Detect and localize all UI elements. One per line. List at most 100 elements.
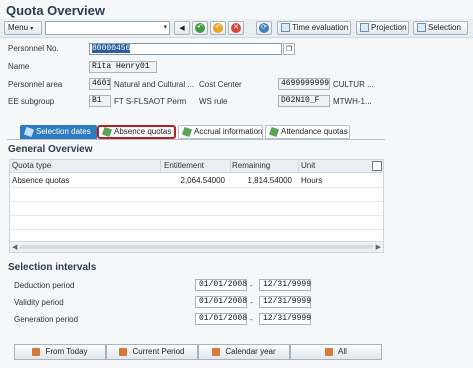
exit-button[interactable]: ↶: [192, 21, 208, 35]
tab-attendance-quotas[interactable]: Attendance quotas: [265, 125, 350, 139]
calendar-icon: [32, 347, 41, 356]
generation-period-from[interactable]: 01/01/2008: [195, 313, 247, 325]
pencil-icon: [181, 126, 193, 138]
validity-period-to[interactable]: 12/31/9999: [259, 296, 311, 308]
calendar-icon: [119, 347, 128, 356]
back-button[interactable]: ◀: [174, 21, 190, 35]
projection-label: Projection: [371, 23, 407, 32]
refresh-icon: ⟳: [259, 22, 269, 33]
cell-remaining: 1,814.54000: [247, 176, 293, 185]
cost-center-text: CULTUR ...: [333, 80, 374, 89]
calendar-icon: [325, 347, 334, 356]
table-row-empty: [10, 201, 383, 216]
validity-period-separator: -: [250, 298, 253, 307]
current-period-label: Current Period: [132, 347, 185, 356]
cancel-button[interactable]: ↶: [210, 21, 226, 35]
ee-subgroup-label: EE subgroup: [8, 97, 55, 106]
time-evaluation-label: Time evaluation: [292, 23, 349, 32]
name-value: Rita Henry01: [89, 61, 157, 73]
close-icon: ✕: [231, 22, 241, 33]
refresh-button[interactable]: ⟳: [256, 21, 272, 35]
menu-label: Menu: [8, 23, 29, 32]
ws-rule-text: MTWH-1...: [333, 97, 372, 106]
personnel-area-label: Personnel area: [8, 80, 63, 89]
exit-icon: ↶: [195, 22, 205, 33]
personnel-no-value: 80000456: [92, 44, 131, 53]
tab-accrual-information[interactable]: Accrual information: [178, 125, 263, 139]
back-icon: ◀: [179, 25, 185, 32]
current-period-button[interactable]: Current Period: [106, 344, 198, 360]
selection-button[interactable]: Selection: [413, 21, 468, 35]
personnel-no-label: Personnel No.: [8, 44, 59, 53]
personnel-area-text: Natural and Cultural ...: [114, 80, 195, 89]
column-header-quota-type[interactable]: Quota type: [12, 161, 51, 170]
chevron-down-icon: ▾: [163, 24, 167, 31]
table-row[interactable]: Absence quotas 2,064.54000 1,814.54000 H…: [10, 173, 383, 188]
deduction-period-from[interactable]: 01/01/2008: [195, 279, 247, 291]
command-field[interactable]: ▾: [45, 21, 170, 35]
column-header-unit[interactable]: Unit: [301, 161, 315, 170]
toolbar: Menu ▾ ▾ ◀ ↶ ↶ ✕ ⟳ Time evaluation Proje…: [0, 19, 473, 38]
tab-label: Absence quotas: [114, 127, 172, 136]
time-evaluation-icon: [281, 23, 290, 33]
from-today-label: From Today: [45, 347, 88, 356]
projection-button[interactable]: Projection: [356, 21, 409, 35]
chevron-down-icon: ▾: [30, 26, 34, 32]
tab-divider: [7, 139, 385, 140]
projection-icon: [360, 23, 369, 33]
quota-table: Quota type Entitlement Remaining Unit Ab…: [9, 159, 384, 253]
calendar-icon: [23, 126, 35, 138]
generation-period-separator: -: [250, 315, 253, 324]
search-help-button[interactable]: ❐: [283, 43, 295, 55]
page-title: Quota Overview: [6, 3, 105, 18]
period-button-bar: From Today Current Period Calendar year …: [14, 344, 382, 360]
selection-icon: [417, 23, 426, 33]
tab-absence-quotas[interactable]: Absence quotas: [97, 125, 176, 139]
tab-selection-dates[interactable]: Selection dates: [20, 125, 97, 139]
tab-label: Attendance quotas: [281, 127, 348, 136]
all-button[interactable]: All: [290, 344, 382, 360]
time-evaluation-button[interactable]: Time evaluation: [277, 21, 351, 35]
cost-center-code: 4699999999: [278, 78, 330, 90]
selection-label: Selection: [428, 23, 461, 32]
ee-subgroup-code: B1: [89, 95, 111, 107]
calendar-year-label: Calendar year: [225, 347, 276, 356]
ws-rule-code: D02N10_F: [278, 95, 330, 107]
generation-period-label: Generation period: [14, 315, 79, 324]
calendar-icon: [212, 347, 221, 356]
cell-unit: Hours: [301, 176, 323, 185]
from-today-button[interactable]: From Today: [14, 344, 106, 360]
pencil-icon: [268, 126, 280, 138]
horizontal-scrollbar[interactable]: ◀ ▶: [10, 241, 383, 252]
scroll-right-icon[interactable]: ▶: [376, 243, 381, 251]
generation-period-to[interactable]: 12/31/9999: [259, 313, 311, 325]
column-header-entitlement[interactable]: Entitlement: [164, 161, 204, 170]
tab-label: Selection dates: [36, 127, 91, 136]
deduction-period-separator: -: [250, 281, 253, 290]
tab-label: Accrual information: [194, 127, 263, 136]
personnel-area-code: 4601: [89, 78, 111, 90]
table-header: Quota type Entitlement Remaining Unit: [10, 160, 383, 173]
table-row-empty: [10, 215, 383, 230]
cancel-icon: ↶: [213, 22, 223, 33]
column-header-remaining[interactable]: Remaining: [232, 161, 270, 170]
cost-center-label: Cost Center: [199, 80, 242, 89]
ee-subgroup-text: FT S-FLSAOT Perm: [114, 97, 187, 106]
scroll-left-icon[interactable]: ◀: [12, 243, 17, 251]
validity-period-from[interactable]: 01/01/2008: [195, 296, 247, 308]
cell-quota-type: Absence quotas: [12, 176, 70, 185]
deduction-period-to[interactable]: 12/31/9999: [259, 279, 311, 291]
all-label: All: [338, 347, 347, 356]
table-settings-icon[interactable]: [372, 160, 382, 173]
pencil-icon: [101, 126, 113, 138]
table-row-empty: [10, 187, 383, 202]
close-button[interactable]: ✕: [228, 21, 244, 35]
scroll-thumb[interactable]: [20, 245, 373, 249]
cell-entitlement: 2,064.54000: [180, 176, 226, 185]
calendar-year-button[interactable]: Calendar year: [198, 344, 290, 360]
menu-button[interactable]: Menu ▾: [4, 21, 42, 35]
validity-period-label: Validity period: [14, 298, 64, 307]
general-overview-title: General Overview: [8, 144, 93, 155]
personnel-no-input[interactable]: 80000456: [89, 43, 282, 55]
ws-rule-label: WS rule: [199, 97, 228, 106]
